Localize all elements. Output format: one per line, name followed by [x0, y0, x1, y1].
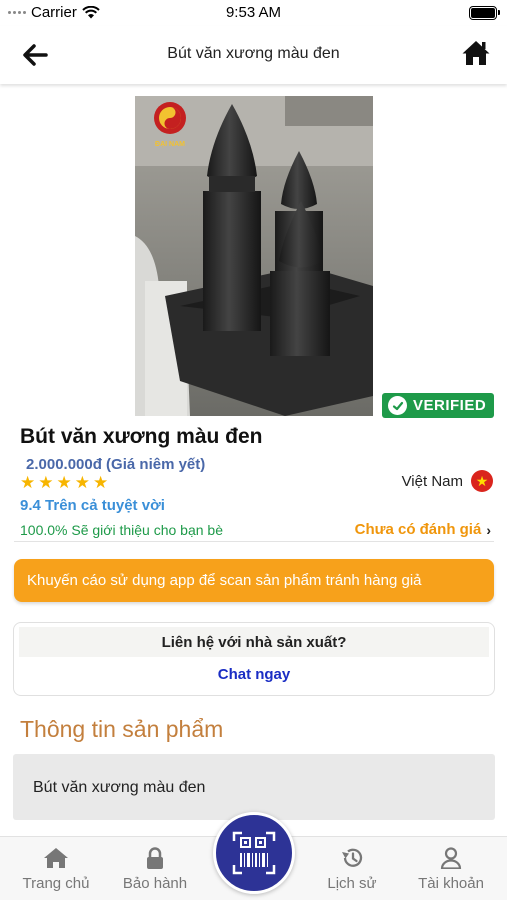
review-link[interactable]: Chưa có đánh giá › — [355, 521, 491, 538]
review-link-label: Chưa có đánh giá — [354, 521, 482, 538]
recommend-text: 100.0% Sẽ giới thiệu cho bạn bè — [20, 522, 223, 538]
user-icon — [440, 847, 462, 869]
status-bar: Carrier 9:53 AM — [0, 0, 507, 26]
logo-watermark-text: ĐẠI NAM — [155, 141, 185, 148]
lock-icon — [147, 847, 163, 869]
nav-account[interactable]: Tài khoản — [401, 847, 501, 892]
nav-warranty[interactable]: Bảo hành — [105, 847, 205, 892]
verified-label: VERIFIED — [413, 397, 487, 414]
product-image: ĐẠI NAM — [135, 96, 373, 416]
star-icon: ★ — [74, 473, 90, 492]
nav-history[interactable]: Lịch sử — [302, 847, 402, 892]
checkmark-icon — [388, 396, 407, 415]
rating-stars: ★ ★ ★ ★ ★ — [20, 474, 108, 491]
back-arrow-icon[interactable] — [20, 40, 50, 70]
star-icon: ★ — [38, 473, 54, 492]
anti-fake-warning-banner: Khuyến cáo sử dụng app để scan sản phẩm … — [14, 559, 494, 602]
divider — [14, 541, 494, 542]
status-time: 9:53 AM — [225, 4, 282, 21]
contact-question: Liên hệ với nhà sản xuất? — [19, 627, 489, 657]
vietnam-flag-icon: ★ — [471, 470, 493, 492]
product-price: 2.000.000đ (Giá niêm yết) — [26, 456, 206, 473]
product-name: Bút văn xương màu đen — [20, 425, 263, 448]
origin-label: Việt Nam — [401, 472, 463, 490]
battery-icon — [469, 6, 500, 20]
origin-country: Việt Nam ★ — [402, 470, 493, 492]
score-text: 9.4 Trên cả tuyệt vời — [20, 497, 165, 514]
home-icon[interactable] — [461, 38, 491, 68]
star-icon: ★ — [93, 473, 109, 492]
scan-button[interactable] — [213, 812, 295, 894]
star-icon: ★ — [20, 473, 36, 492]
chat-now-button[interactable]: Chat ngay — [14, 666, 494, 683]
contact-manufacturer-card: Liên hệ với nhà sản xuất? Chat ngay — [13, 622, 495, 696]
star-icon: ★ — [56, 473, 72, 492]
app-header: Bút văn xương màu đen — [0, 26, 507, 84]
nav-home-label: Trang chủ — [22, 875, 90, 892]
product-info-title: Thông tin sản phẩm — [20, 716, 224, 742]
chevron-right-icon: › — [486, 521, 491, 538]
qr-barcode-scan-icon — [232, 831, 276, 875]
nav-warranty-label: Bảo hành — [122, 875, 188, 892]
home-nav-icon — [44, 848, 68, 868]
nav-history-label: Lịch sử — [327, 875, 377, 892]
history-icon — [342, 848, 363, 867]
product-info-description: Bút văn xương màu đen — [13, 754, 495, 820]
nav-account-label: Tài khoản — [418, 875, 484, 892]
verified-badge: VERIFIED — [382, 393, 494, 418]
nav-home[interactable]: Trang chủ — [6, 847, 106, 892]
page-title: Bút văn xương màu đen — [167, 45, 340, 62]
